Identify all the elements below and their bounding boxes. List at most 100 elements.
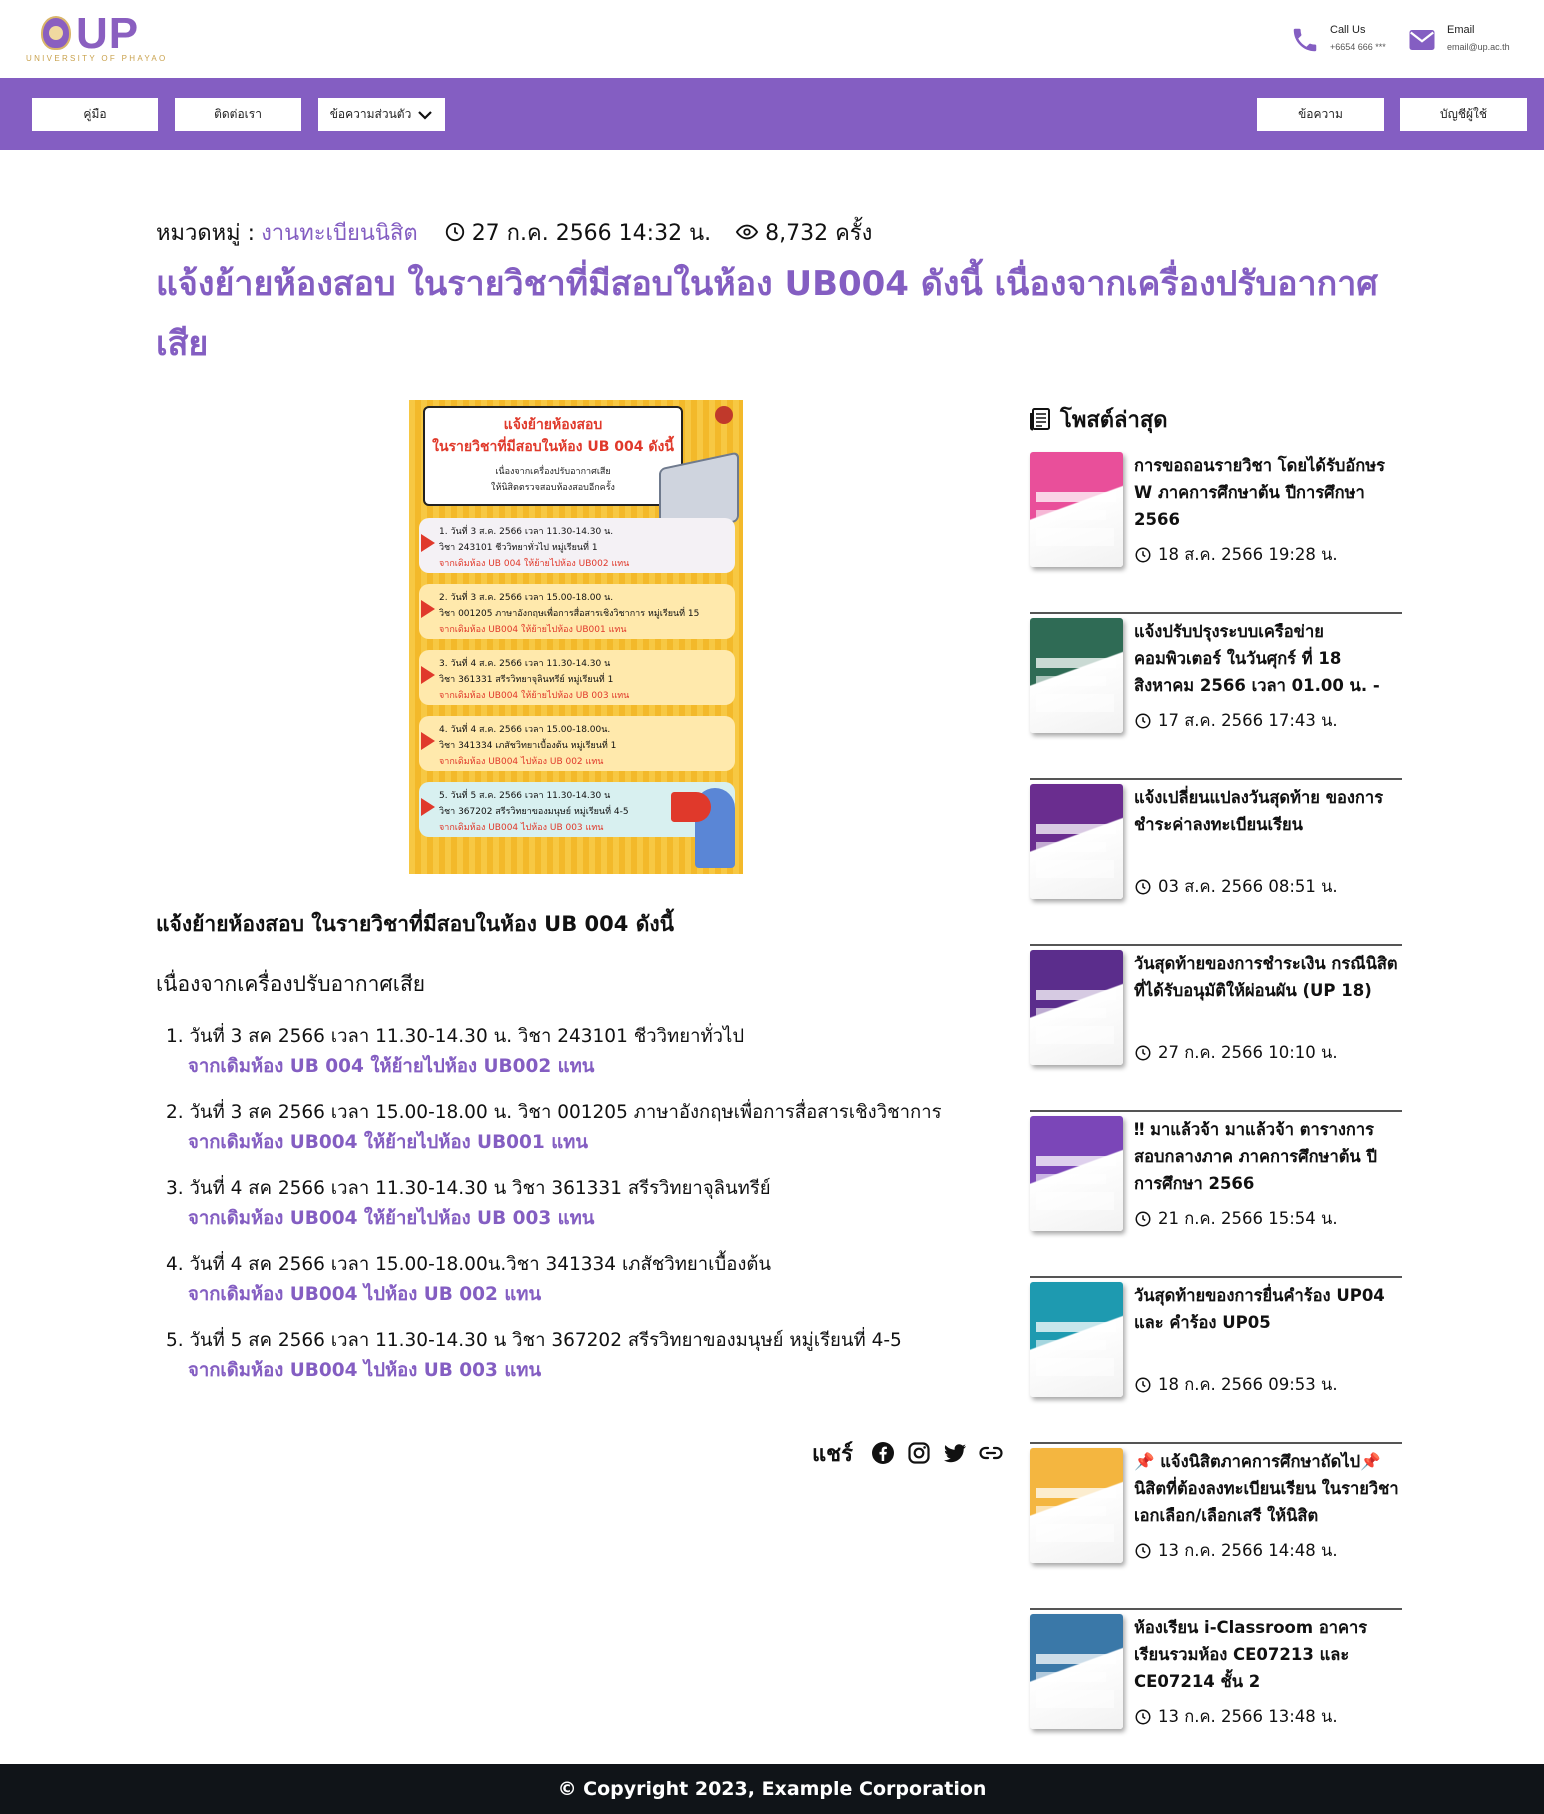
poster-header: แจ้งย้ายห้องสอบ ในรายวิชาที่มีสอบในห้อง … <box>423 406 683 506</box>
latest-post-item[interactable]: แจ้งเปลี่ยนแปลงวันสุดท้าย ของการชำระค่าล… <box>1030 780 1402 946</box>
post-thumbnail[interactable] <box>1030 618 1123 733</box>
post-title[interactable]: แจ้งปรับปรุงระบบเครือข่ายคอมพิวเตอร์ ในว… <box>1134 618 1402 699</box>
arrow-icon <box>421 732 435 750</box>
post-date-text: 27 ก.ค. 2566 10:10 น. <box>1158 1043 1338 1062</box>
post-date-text: 18 ก.ค. 2566 09:53 น. <box>1158 1375 1338 1394</box>
clock-icon <box>1135 879 1151 895</box>
poster-card-line: วิชา 001205 ภาษาอังกฤษเพื่อการสื่อสารเชิ… <box>439 609 700 619</box>
post-title[interactable]: การขอถอนรายวิชา โดยได้รับอักษร W ภาคการศ… <box>1134 452 1402 533</box>
arrow-icon <box>421 798 435 816</box>
latest-post-item[interactable]: แจ้งปรับปรุงระบบเครือข่ายคอมพิวเตอร์ ในว… <box>1030 614 1402 780</box>
logo-subtitle: UNIVERSITY OF PHAYAO <box>26 54 168 63</box>
facebook-icon[interactable] <box>871 1441 895 1465</box>
post-title[interactable]: วันสุดท้ายของการชำระเงิน กรณีนิสิตที่ได้… <box>1134 950 1402 1004</box>
view-count: 8,732 ครั้ง <box>765 220 873 246</box>
post-thumbnail[interactable] <box>1030 1448 1123 1563</box>
latest-posts-heading: โพสต์ล่าสุด <box>1030 404 1168 434</box>
latest-post-item[interactable]: วันสุดท้ายของการยื่นคำร้อง UP04 และ คำร้… <box>1030 1278 1402 1444</box>
category-link[interactable]: งานทะเบียนนิสิต <box>261 215 418 250</box>
nav-account-button[interactable]: บัญชีผู้ใช้ <box>1400 98 1527 131</box>
call-us[interactable]: Call Us +6654 666 *** <box>1290 22 1400 58</box>
email-contact[interactable]: Email email@up.ac.th <box>1407 22 1532 58</box>
megaphone-icon <box>671 792 711 822</box>
article-datetime: 27 ก.ค. 2566 14:32 น. <box>471 220 712 246</box>
post-title[interactable]: วันสุดท้ายของการยื่นคำร้อง UP04 และ คำร้… <box>1134 1282 1402 1336</box>
post-date-text: 18 ส.ค. 2566 19:28 น. <box>1158 545 1338 564</box>
latest-post-item[interactable]: 📌 แจ้งนิสิตภาคการศึกษาถัดไป📌 นิสิตที่ต้อ… <box>1030 1444 1402 1610</box>
poster-card-line: 2. วันที่ 3 ส.ค. 2566 เวลา 15.00-18.00 น… <box>439 593 614 603</box>
share-bar: แชร์ <box>812 1436 1003 1470</box>
post-thumbnail[interactable] <box>1030 1614 1123 1729</box>
latest-post-item[interactable]: ‼ มาแล้วจ้า มาแล้วจ้า ตารางการสอบกลางภาค… <box>1030 1112 1402 1278</box>
post-thumbnail[interactable] <box>1030 784 1123 899</box>
list-item-note: จากเดิมห้อง UB004 ให้ย้ายไปห้อง UB001 แท… <box>188 1132 588 1153</box>
instagram-icon[interactable] <box>907 1441 931 1465</box>
post-date: 21 ก.ค. 2566 15:54 น. <box>1134 1206 1338 1232</box>
logo-text: UP <box>76 9 140 58</box>
link-icon[interactable] <box>979 1441 1003 1465</box>
latest-post-item[interactable]: ห้องเรียน i-Classroom อาคารเรียนรวมห้อง … <box>1030 1610 1402 1776</box>
poster-card-note: จากเดิมห้อง UB 004 ให้ย้ายไปห้อง UB002 แ… <box>439 559 630 569</box>
phone-icon <box>1293 28 1317 52</box>
clock-icon <box>1135 713 1151 729</box>
nav-messages-button[interactable]: ข้อความ <box>1257 98 1384 131</box>
post-title[interactable]: ห้องเรียน i-Classroom อาคารเรียนรวมห้อง … <box>1134 1614 1402 1695</box>
post-thumbnail[interactable] <box>1030 452 1123 567</box>
nav-manual-button[interactable]: คู่มือ <box>32 98 158 131</box>
latest-post-item[interactable]: วันสุดท้ายของการชำระเงิน กรณีนิสิตที่ได้… <box>1030 946 1402 1112</box>
twitter-icon[interactable] <box>943 1441 967 1465</box>
latest-post-item[interactable]: การขอถอนรายวิชา โดยได้รับอักษร W ภาคการศ… <box>1030 448 1402 614</box>
clock-icon <box>1135 1045 1151 1061</box>
list-item: 5. วันที่ 5 สค 2566 เวลา 11.30-14.30 น ว… <box>166 1326 966 1402</box>
email-label: Email <box>1447 24 1475 36</box>
list-item: 4. วันที่ 4 สค 2566 เวลา 15.00-18.00น.วิ… <box>166 1250 966 1326</box>
university-logo[interactable]: UP UNIVERSITY OF PHAYAO <box>24 9 165 68</box>
eye-icon <box>735 224 759 240</box>
article-title: แจ้งย้ายห้องสอบ ในรายวิชาที่มีสอบในห้อง … <box>156 264 1378 364</box>
announcement-poster-image[interactable]: แจ้งย้ายห้องสอบ ในรายวิชาที่มีสอบในห้อง … <box>409 400 743 874</box>
main-nav: คู่มือ ติดต่อเรา ข้อความส่วนตัว ข้อความ … <box>0 78 1544 150</box>
poster-reason: เนื่องจากเครื่องปรับอากาศเสีย <box>495 467 611 477</box>
list-item-note: จากเดิมห้อง UB004 ไปห้อง UB 002 แทน <box>188 1284 542 1305</box>
poster-card-note: จากเดิมห้อง UB004 ไปห้อง UB 002 แทน <box>439 757 604 767</box>
list-item-text: 3. วันที่ 4 สค 2566 เวลา 11.30-14.30 น ว… <box>166 1178 771 1199</box>
poster-instruction: ให้นิสิตตรวจสอบห้องสอบอีกครั้ง <box>491 483 615 493</box>
post-date-text: 03 ส.ค. 2566 08:51 น. <box>1158 877 1338 896</box>
clock-icon <box>1135 1211 1151 1227</box>
nav-account-label: บัญชีผู้ใช้ <box>1439 107 1488 121</box>
list-item: 1. วันที่ 3 สค 2566 เวลา 11.30-14.30 น. … <box>166 1022 966 1098</box>
arrow-icon <box>421 534 435 552</box>
nav-contact-button[interactable]: ติดต่อเรา <box>175 98 301 131</box>
nav-personal-messages-label: ข้อความส่วนตัว <box>329 107 412 121</box>
article-date: 27 ก.ค. 2566 14:32 น. <box>444 215 711 250</box>
post-thumbnail[interactable] <box>1030 950 1123 1065</box>
poster-card: 2. วันที่ 3 ส.ค. 2566 เวลา 15.00-18.00 น… <box>419 584 735 639</box>
post-date-text: 13 ก.ค. 2566 14:48 น. <box>1158 1541 1338 1560</box>
list-item-note: จากเดิมห้อง UB004 ไปห้อง UB 003 แทน <box>188 1360 542 1381</box>
copyright-text: © Copyright 2023, Example Corporation <box>557 1778 987 1800</box>
poster-card-note: จากเดิมห้อง UB004 ให้ย้ายไปห้อง UB 003 แ… <box>439 691 630 701</box>
poster-card-line: 3. วันที่ 4 ส.ค. 2566 เวลา 11.30-14.30 น <box>439 659 611 669</box>
post-title[interactable]: แจ้งเปลี่ยนแปลงวันสุดท้าย ของการชำระค่าล… <box>1134 784 1402 838</box>
post-thumbnail[interactable] <box>1030 1116 1123 1231</box>
poster-card: 1. วันที่ 3 ส.ค. 2566 เวลา 11.30-14.30 น… <box>419 518 735 573</box>
poster-logo-icon <box>715 406 733 424</box>
nav-manual-label: คู่มือ <box>83 107 107 121</box>
share-label: แชร์ <box>812 1441 853 1467</box>
category-label: หมวดหมู่ : <box>156 220 256 246</box>
post-thumbnail[interactable] <box>1030 1282 1123 1397</box>
post-title[interactable]: 📌 แจ้งนิสิตภาคการศึกษาถัดไป📌 นิสิตที่ต้อ… <box>1134 1448 1402 1529</box>
post-title[interactable]: ‼ มาแล้วจ้า มาแล้วจ้า ตารางการสอบกลางภาค… <box>1134 1116 1402 1197</box>
poster-card-line: วิชา 243101 ชีววิทยาทั่วไป หมู่เรียนที่ … <box>439 543 598 553</box>
arrow-icon <box>421 600 435 618</box>
clock-icon <box>1135 1377 1151 1393</box>
email-address: email@up.ac.th <box>1447 42 1510 52</box>
arrow-icon <box>421 666 435 684</box>
post-date: 13 ก.ค. 2566 14:48 น. <box>1134 1538 1338 1564</box>
list-item-note: จากเดิมห้อง UB 004 ให้ย้ายไปห้อง UB002 แ… <box>188 1056 595 1077</box>
poster-heading-2: ในรายวิชาที่มีสอบในห้อง UB 004 ดังนี้ <box>432 439 674 455</box>
call-label: Call Us <box>1330 24 1366 36</box>
clock-icon <box>1135 1709 1151 1725</box>
nav-personal-messages-dropdown[interactable]: ข้อความส่วนตัว <box>318 98 445 131</box>
post-date-text: 13 ก.ค. 2566 13:48 น. <box>1158 1707 1338 1726</box>
